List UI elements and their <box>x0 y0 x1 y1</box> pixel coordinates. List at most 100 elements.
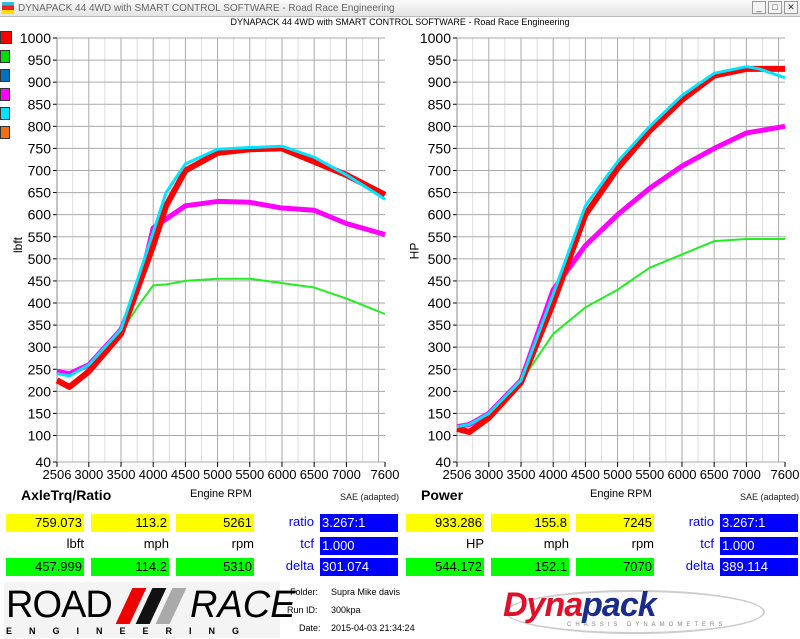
unit-label: lbft <box>66 536 84 551</box>
y-tick-label: 1000 <box>20 30 51 46</box>
y-tick-label: 950 <box>428 52 452 68</box>
y-tick-label: 100 <box>428 428 452 444</box>
x-tick-label: 5000 <box>203 467 232 482</box>
y-tick-label: 650 <box>428 185 452 201</box>
y-tick-label: 250 <box>28 361 52 377</box>
x-tick-label: 3500 <box>107 467 136 482</box>
series-line-red <box>456 65 785 435</box>
x-tick-label: 4500 <box>171 467 200 482</box>
y-tick-label: 200 <box>28 383 52 399</box>
x-tick-label: 5000 <box>603 467 632 482</box>
x-tick-label: 3500 <box>507 467 536 482</box>
y-tick-label: 300 <box>428 339 452 355</box>
x-tick-label: 7600 <box>371 467 400 482</box>
y-tick-label: 900 <box>428 74 452 90</box>
run-id-value: 300kpa <box>331 605 361 615</box>
x-tick-label: 7000 <box>332 467 361 482</box>
reading-compare-2[interactable]: 7070 <box>576 558 654 576</box>
reading-compare-1[interactable]: 114.2 <box>91 558 169 576</box>
y-tick-label: 650 <box>28 185 52 201</box>
y-axis-label-torque: lbft <box>11 236 26 254</box>
x-tick-label: 5500 <box>635 467 664 482</box>
y-tick-label: 400 <box>28 295 52 311</box>
tcf-label: tcf <box>700 536 714 551</box>
delta-label: delta <box>685 558 714 573</box>
reading-current-2[interactable]: 7245 <box>576 514 654 532</box>
y-tick-label: 600 <box>428 207 452 223</box>
reading-current-1[interactable]: 155.8 <box>491 514 569 532</box>
series-line-cyan <box>456 65 786 429</box>
delta-value[interactable]: 301.074 <box>320 558 398 576</box>
ratio-value[interactable]: 3.267:1 <box>320 514 398 532</box>
y-tick-label: 700 <box>428 163 452 179</box>
y-axis-label-power: HP <box>407 242 422 260</box>
reading-compare-2[interactable]: 5310 <box>176 558 254 576</box>
y-tick-label: 400 <box>428 295 452 311</box>
y-tick-label: 850 <box>28 96 52 112</box>
x-tick-label: 4500 <box>571 467 600 482</box>
y-tick-label: 500 <box>428 251 452 267</box>
panel-title: AxleTrq/Ratio <box>21 487 112 503</box>
date-label: Date: <box>299 623 321 633</box>
unit-label: HP <box>465 536 484 551</box>
reading-current-0[interactable]: 759.073 <box>6 514 84 532</box>
y-tick-label: 350 <box>28 317 52 333</box>
y-tick-label: 850 <box>428 96 452 112</box>
y-tick-label: 750 <box>428 140 452 156</box>
date-value: 2015-04-03 21:34:24 <box>331 623 415 633</box>
y-tick-label: 350 <box>428 317 452 333</box>
panel-title: Power <box>421 487 464 503</box>
y-tick-label: 100 <box>28 428 52 444</box>
reading-compare-0[interactable]: 544.172 <box>406 558 484 576</box>
ratio-value[interactable]: 3.267:1 <box>720 514 798 532</box>
unit-label: rpm <box>631 536 654 551</box>
tcf-value[interactable]: 1.000 <box>320 537 398 555</box>
chart-1: 1000 950 900 850 800 750 700 650 600 550 500 450 400… <box>420 30 800 482</box>
tcf-label: tcf <box>300 536 314 551</box>
y-tick-label: 450 <box>28 273 52 289</box>
y-tick-label: 800 <box>428 118 452 134</box>
y-tick-label: 950 <box>28 52 52 68</box>
sae-note: SAE (adapted) <box>740 492 800 502</box>
y-tick-label: 500 <box>28 251 52 267</box>
y-tick-label: 700 <box>28 163 52 179</box>
reading-current-2[interactable]: 5261 <box>176 514 254 532</box>
delta-label: delta <box>285 558 314 573</box>
x-axis-label: Engine RPM <box>190 488 252 500</box>
x-tick-label: 7600 <box>771 467 800 482</box>
reading-compare-0[interactable]: 457.999 <box>6 558 84 576</box>
dynapack-logo: Dynapack CHASSIS DYNAMOMETERS <box>495 584 775 636</box>
ratio-label: ratio <box>688 514 714 529</box>
reading-current-0[interactable]: 933.286 <box>406 514 484 532</box>
x-axis-label: Engine RPM <box>590 488 652 500</box>
sae-note: SAE (adapted) <box>340 492 400 502</box>
y-tick-label: 550 <box>428 229 452 245</box>
y-tick-label: 800 <box>28 118 52 134</box>
series-line-red <box>55 145 387 390</box>
x-tick-label: 3000 <box>74 467 103 482</box>
y-tick-label: 550 <box>28 229 52 245</box>
y-tick-label: 200 <box>428 383 452 399</box>
tcf-value[interactable]: 1.000 <box>720 537 798 555</box>
reading-compare-1[interactable]: 152.1 <box>491 558 569 576</box>
series-line-green <box>56 277 386 376</box>
reading-current-1[interactable]: 113.2 <box>91 514 169 532</box>
run-id-label: Run ID: <box>287 605 318 615</box>
x-tick-label: 7000 <box>732 467 761 482</box>
chart-0: 1000 950 900 850 800 750 700 650 600 550 500 450 400… <box>20 30 400 482</box>
y-tick-label: 900 <box>28 74 52 90</box>
ratio-label: ratio <box>288 514 314 529</box>
x-tick-label: 3000 <box>474 467 503 482</box>
x-tick-label: 2506 <box>443 467 472 482</box>
charts-canvas: 1000 950 900 850 800 750 700 650 600 550 500 450 400… <box>20 30 800 482</box>
y-tick-label: 450 <box>428 273 452 289</box>
x-tick-label: 4000 <box>139 467 168 482</box>
y-tick-label: 150 <box>28 405 52 421</box>
x-tick-label: 6500 <box>700 467 729 482</box>
folder-label: Folder: <box>290 587 319 597</box>
series-line-magenta <box>456 123 786 430</box>
delta-value[interactable]: 389.114 <box>720 558 798 576</box>
x-tick-label: 6000 <box>668 467 697 482</box>
y-tick-label: 150 <box>428 405 452 421</box>
x-tick-label: 6000 <box>268 467 297 482</box>
